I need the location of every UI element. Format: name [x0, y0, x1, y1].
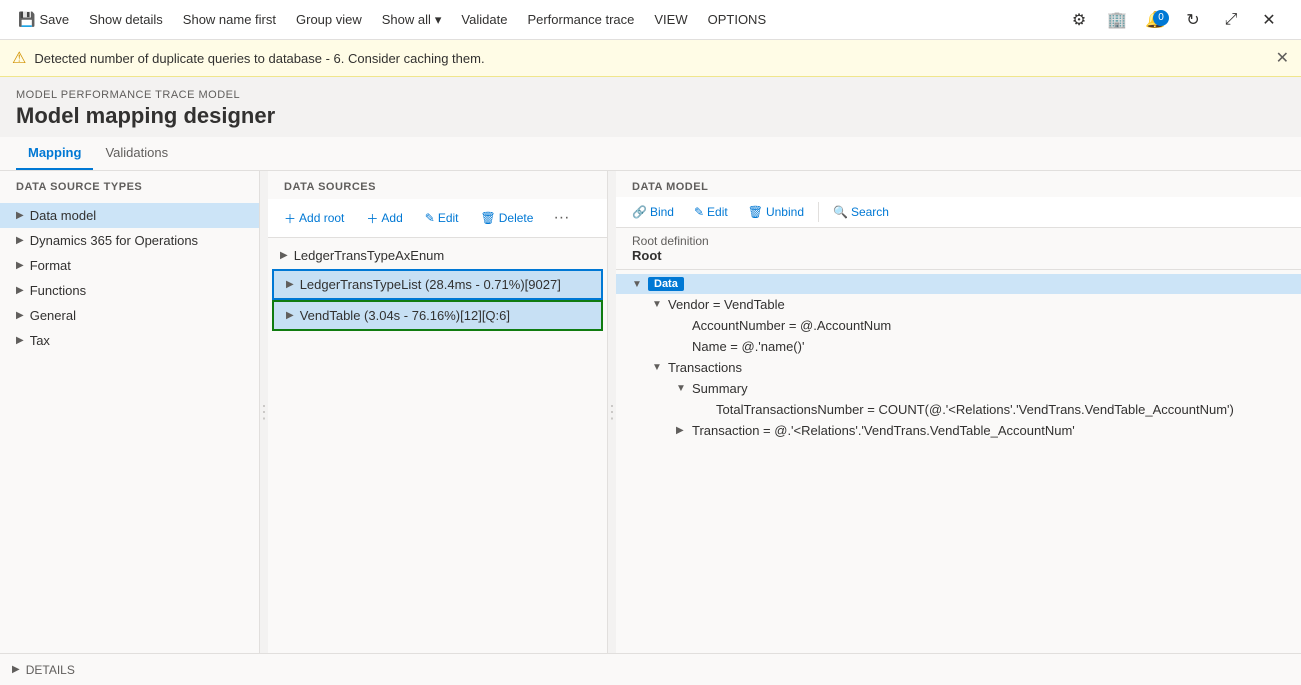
root-value: Root: [632, 248, 1285, 263]
warning-icon: ⚠: [12, 48, 26, 68]
source-type-functions[interactable]: ▶ Functions: [0, 278, 259, 303]
chevron-right-icon: ▶: [280, 250, 288, 261]
chevron-down-icon: ▾: [435, 12, 442, 28]
edit-icon: ✎: [425, 211, 435, 225]
save-icon: 💾: [18, 11, 35, 28]
notifications-wrapper: 🔔 0: [1139, 4, 1171, 36]
main-content: DATA SOURCE TYPES ▶ Data model ▶ Dynamic…: [0, 171, 1301, 653]
source-type-format[interactable]: ▶ Format: [0, 253, 259, 278]
group-view-button[interactable]: Group view: [286, 0, 372, 40]
data-sources-header: DATA SOURCES: [268, 171, 607, 199]
delete-icon: 🗑: [481, 211, 496, 225]
refresh-button[interactable]: ↻: [1177, 4, 1209, 36]
save-button[interactable]: 💾 Save: [8, 0, 79, 40]
data-box-icon: Data: [648, 277, 684, 291]
tree-item-totaltransactions[interactable]: TotalTransactionsNumber = COUNT(@.'<Rela…: [616, 399, 1301, 420]
chevron-right-icon: ▶: [16, 335, 24, 346]
close-button[interactable]: ✕: [1253, 4, 1285, 36]
data-model-panel: DATA MODEL 🔗 Bind ✎ Edit 🗑 Unbind 🔍 Sear…: [616, 171, 1301, 653]
chevron-right-icon: ▶: [16, 285, 24, 296]
show-details-button[interactable]: Show details: [79, 0, 173, 40]
chevron-right-icon: ▶: [286, 279, 294, 290]
unbind-button[interactable]: 🗑 Unbind: [740, 201, 812, 223]
show-all-button[interactable]: Show all ▾: [372, 0, 452, 40]
tree-item-vendor[interactable]: ▼ Vendor = VendTable: [616, 294, 1301, 315]
delete-ds-button[interactable]: 🗑 Delete: [473, 207, 542, 229]
settings-icon-button[interactable]: ⚙: [1063, 4, 1095, 36]
source-type-data-model[interactable]: ▶ Data model: [0, 203, 259, 228]
chevron-right-icon: ▶: [16, 235, 24, 246]
options-button[interactable]: OPTIONS: [698, 0, 777, 40]
dm-toolbar-separator: [818, 202, 819, 222]
tab-mapping[interactable]: Mapping: [16, 137, 93, 170]
tab-bar: Mapping Validations: [0, 137, 1301, 171]
bind-icon: 🔗: [632, 205, 647, 219]
plus-icon: ＋: [284, 210, 296, 227]
unbind-icon: 🗑: [748, 205, 763, 219]
chevron-right-icon: ▶: [286, 310, 294, 321]
toolbar: 💾 Save Show details Show name first Grou…: [0, 0, 1301, 40]
ds-item-ledgertranstypeaxenum[interactable]: ▶ LedgerTransTypeAxEnum: [268, 242, 607, 269]
plus-icon: ＋: [366, 210, 378, 227]
root-definition-label: Root definition: [632, 234, 1285, 248]
data-model-toolbar: 🔗 Bind ✎ Edit 🗑 Unbind 🔍 Search: [616, 197, 1301, 228]
data-sources-toolbar: ＋ Add root ＋ Add ✎ Edit 🗑 Delete ···: [268, 199, 607, 238]
chevron-right-icon: ▶: [16, 260, 24, 271]
chevron-down-icon: ▼: [632, 279, 644, 290]
data-sources-list: ▶ LedgerTransTypeAxEnum ▶ LedgerTransTyp…: [268, 238, 607, 653]
source-type-general[interactable]: ▶ General: [0, 303, 259, 328]
chevron-right-icon: ▶: [16, 310, 24, 321]
source-type-dynamics[interactable]: ▶ Dynamics 365 for Operations: [0, 228, 259, 253]
data-model-tree: ▼ Data ▼ Vendor = VendTable AccountNumbe…: [616, 270, 1301, 653]
resize-handle-right[interactable]: ⋮: [608, 171, 616, 653]
ds-item-vendtable[interactable]: ▶ VendTable (3.04s - 76.16%)[12][Q:6]: [272, 300, 603, 331]
tree-item-accountnumber[interactable]: AccountNumber = @.AccountNum: [616, 315, 1301, 336]
search-dm-button[interactable]: 🔍 Search: [825, 201, 897, 223]
edit-ds-button[interactable]: ✎ Edit: [417, 207, 467, 229]
more-ds-button[interactable]: ···: [547, 205, 575, 231]
ds-item-ledgertranstypelist[interactable]: ▶ LedgerTransTypeList (28.4ms - 0.71%)[9…: [272, 269, 603, 300]
tree-item-transaction[interactable]: ▶ Transaction = @.'<Relations'.'VendTran…: [616, 420, 1301, 441]
edit-icon: ✎: [694, 205, 704, 219]
popout-button[interactable]: ⤢: [1215, 4, 1247, 36]
chevron-down-icon: ▼: [676, 383, 688, 394]
search-icon: 🔍: [833, 205, 848, 219]
page-title: Model mapping designer: [0, 103, 1301, 137]
alert-bar: ⚠ Detected number of duplicate queries t…: [0, 40, 1301, 77]
bind-button[interactable]: 🔗 Bind: [624, 201, 682, 223]
tree-item-name[interactable]: Name = @.'name()': [616, 336, 1301, 357]
root-definition-section: Root definition Root: [616, 228, 1301, 270]
data-source-types-panel: DATA SOURCE TYPES ▶ Data model ▶ Dynamic…: [0, 171, 260, 653]
chevron-down-icon: ▼: [652, 362, 664, 373]
chevron-down-icon: ▼: [652, 299, 664, 310]
source-type-tax[interactable]: ▶ Tax: [0, 328, 259, 353]
toolbar-right: ⚙ 🏢 🔔 0 ↻ ⤢ ✕: [1063, 4, 1293, 36]
add-button[interactable]: ＋ Add: [358, 206, 410, 231]
validate-button[interactable]: Validate: [451, 0, 517, 40]
tree-item-data[interactable]: ▼ Data: [616, 274, 1301, 294]
details-bar[interactable]: ▶ DETAILS: [0, 653, 1301, 685]
chevron-right-icon: ▶: [16, 210, 24, 221]
alert-message: Detected number of duplicate queries to …: [34, 51, 484, 66]
notification-badge: 0: [1153, 10, 1169, 26]
show-name-first-button[interactable]: Show name first: [173, 0, 286, 40]
alert-close-button[interactable]: ✕: [1276, 48, 1289, 68]
tree-item-summary[interactable]: ▼ Summary: [616, 378, 1301, 399]
data-sources-panel: DATA SOURCES ＋ Add root ＋ Add ✎ Edit 🗑 D…: [268, 171, 608, 653]
source-types-list: ▶ Data model ▶ Dynamics 365 for Operatio…: [0, 199, 259, 357]
add-root-button[interactable]: ＋ Add root: [276, 206, 352, 231]
chevron-right-icon: ▶: [676, 425, 688, 436]
view-button[interactable]: VIEW: [644, 0, 697, 40]
breadcrumb: MODEL PERFORMANCE TRACE MODEL: [0, 77, 1301, 103]
office-icon-button[interactable]: 🏢: [1101, 4, 1133, 36]
tab-validations[interactable]: Validations: [93, 137, 180, 170]
edit-dm-button[interactable]: ✎ Edit: [686, 201, 736, 223]
resize-handle-left[interactable]: ⋮: [260, 171, 268, 653]
data-source-types-header: DATA SOURCE TYPES: [0, 171, 259, 199]
data-model-header: DATA MODEL: [616, 171, 1301, 197]
tree-item-transactions[interactable]: ▼ Transactions: [616, 357, 1301, 378]
performance-trace-button[interactable]: Performance trace: [517, 0, 644, 40]
